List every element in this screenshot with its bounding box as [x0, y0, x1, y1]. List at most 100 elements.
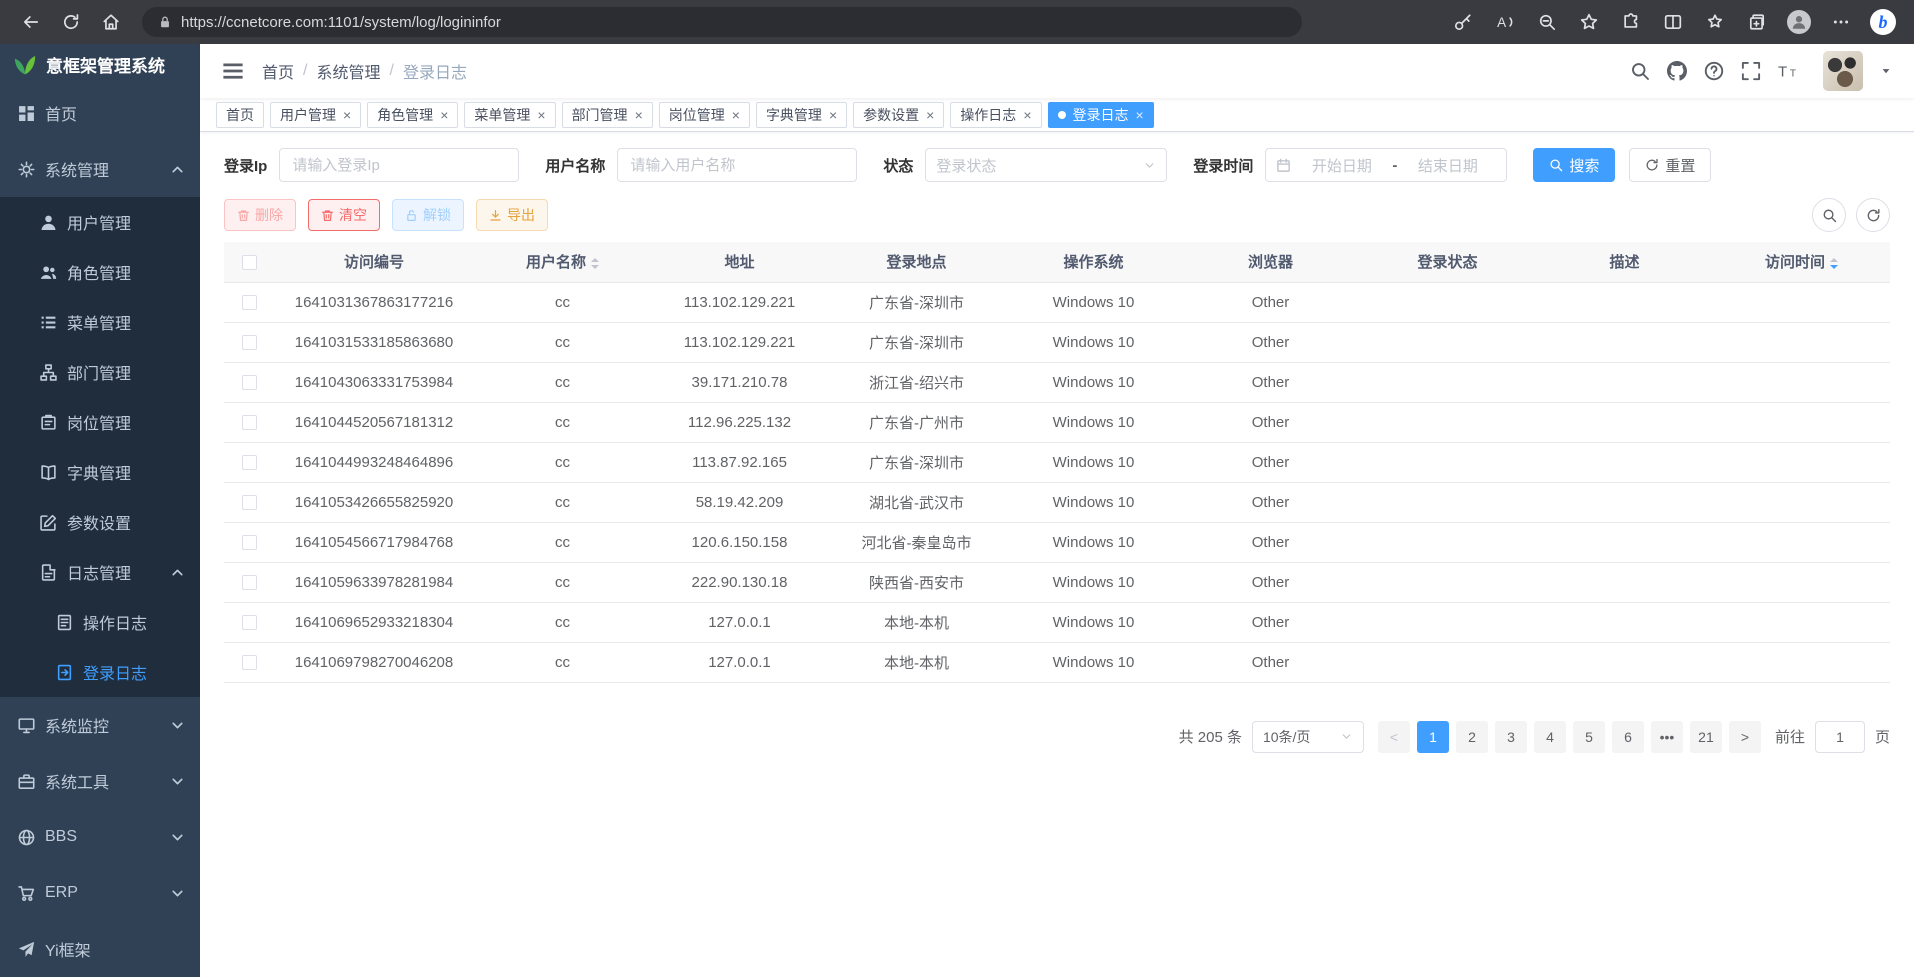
sidebar-item-param-settings[interactable]: 参数设置 [0, 497, 200, 547]
tab-user-mgmt[interactable]: 用户管理× [270, 102, 361, 128]
sort-carets-icon[interactable] [591, 258, 599, 269]
row-checkbox[interactable] [242, 455, 257, 470]
tab-role-mgmt[interactable]: 角色管理× [367, 102, 458, 128]
sidebar-item-operation-log[interactable]: 操作日志 [0, 597, 200, 647]
sidebar-item-dict-mgmt[interactable]: 字典管理 [0, 447, 200, 497]
row-checkbox[interactable] [242, 655, 257, 670]
copilot-icon[interactable]: b [1864, 4, 1902, 40]
tab-login-log[interactable]: 登录日志× [1048, 102, 1154, 128]
browser-home-button[interactable] [92, 4, 130, 40]
tab-close-icon[interactable]: × [1136, 108, 1144, 122]
row-checkbox[interactable] [242, 575, 257, 590]
user-name-input[interactable] [617, 148, 857, 182]
tab-close-icon[interactable]: × [343, 108, 351, 122]
tab-post-mgmt[interactable]: 岗位管理× [659, 102, 750, 128]
sort-carets-icon[interactable] [1830, 258, 1838, 269]
column-header[interactable]: 访问时间 [1713, 242, 1890, 282]
zoom-out-icon[interactable] [1528, 4, 1566, 40]
favorites-bar-icon[interactable] [1696, 4, 1734, 40]
extensions-icon[interactable] [1612, 4, 1650, 40]
login-ip-input[interactable] [279, 148, 519, 182]
delete-button[interactable]: 删除 [224, 199, 296, 231]
sidebar-item-login-log[interactable]: 登录日志 [0, 647, 200, 697]
search-button[interactable]: 搜索 [1533, 148, 1615, 182]
pagination-page-2[interactable]: 2 [1456, 721, 1488, 753]
sidebar-item-erp[interactable]: ERP [0, 865, 200, 921]
tab-menu-mgmt[interactable]: 菜单管理× [464, 102, 555, 128]
column-header[interactable]: 用户名称 [474, 242, 651, 282]
sidebar-item-yi-framework[interactable]: Yi框架 [0, 921, 200, 977]
sidebar-item-system-mgmt[interactable]: 系统管理 [0, 141, 200, 197]
sidebar-item-system-monitor[interactable]: 系统监控 [0, 697, 200, 753]
sidebar-item-dept-mgmt[interactable]: 部门管理 [0, 347, 200, 397]
sidebar-item-role-mgmt[interactable]: 角色管理 [0, 247, 200, 297]
tab-home[interactable]: 首页 [216, 102, 264, 128]
pagination-page-3[interactable]: 3 [1495, 721, 1527, 753]
key-icon[interactable] [1444, 4, 1482, 40]
show-search-toggle-button[interactable] [1812, 198, 1846, 232]
sidebar-toggle-button[interactable] [222, 60, 244, 82]
github-icon[interactable] [1667, 61, 1687, 81]
pagination-page-6[interactable]: 6 [1612, 721, 1644, 753]
tab-dept-mgmt[interactable]: 部门管理× [562, 102, 653, 128]
breadcrumb-item[interactable]: 系统管理 [316, 59, 380, 83]
pagination-page-1[interactable]: 1 [1417, 721, 1449, 753]
tab-close-icon[interactable]: × [1023, 108, 1031, 122]
pagination-goto-input[interactable] [1815, 721, 1865, 753]
row-checkbox[interactable] [242, 375, 257, 390]
tab-close-icon[interactable]: × [537, 108, 545, 122]
refresh-table-button[interactable] [1856, 198, 1890, 232]
tab-param-settings[interactable]: 参数设置× [853, 102, 944, 128]
tab-close-icon[interactable]: × [440, 108, 448, 122]
sidebar-item-post-mgmt[interactable]: 岗位管理 [0, 397, 200, 447]
unlock-button[interactable]: 解锁 [392, 199, 464, 231]
select-all-checkbox[interactable] [242, 255, 257, 270]
tab-operation-log[interactable]: 操作日志× [950, 102, 1041, 128]
tab-close-icon[interactable]: × [732, 108, 740, 122]
row-checkbox[interactable] [242, 495, 257, 510]
more-icon[interactable] [1822, 4, 1860, 40]
sidebar-item-menu-mgmt[interactable]: 菜单管理 [0, 297, 200, 347]
collections-icon[interactable] [1738, 4, 1776, 40]
row-checkbox[interactable] [242, 615, 257, 630]
user-avatar[interactable] [1823, 51, 1863, 91]
pagination-next-button[interactable]: > [1729, 721, 1761, 753]
browser-back-button[interactable] [12, 4, 50, 40]
row-checkbox[interactable] [242, 415, 257, 430]
sidebar-item-system-tools[interactable]: 系统工具 [0, 753, 200, 809]
breadcrumb-item[interactable]: 首页 [262, 59, 294, 83]
tab-close-icon[interactable]: × [926, 108, 934, 122]
tab-close-icon[interactable]: × [829, 108, 837, 122]
sidebar-item-home[interactable]: 首页 [0, 85, 200, 141]
page-size-select[interactable]: 10条/页 [1252, 721, 1364, 753]
font-size-icon[interactable]: TT [1778, 61, 1798, 81]
fullscreen-icon[interactable] [1741, 61, 1761, 81]
tab-dict-mgmt[interactable]: 字典管理× [756, 102, 847, 128]
pagination-page-4[interactable]: 4 [1534, 721, 1566, 753]
sidebar-item-user-mgmt[interactable]: 用户管理 [0, 197, 200, 247]
browser-refresh-button[interactable] [52, 4, 90, 40]
question-icon[interactable] [1704, 61, 1724, 81]
clear-button[interactable]: 清空 [308, 199, 380, 231]
login-time-range-picker[interactable]: 开始日期 - 结束日期 [1265, 148, 1507, 182]
pagination-prev-button[interactable]: < [1378, 721, 1410, 753]
split-screen-icon[interactable] [1654, 4, 1692, 40]
pagination-ellipsis[interactable]: ••• [1651, 721, 1683, 753]
tab-close-icon[interactable]: × [635, 108, 643, 122]
row-checkbox[interactable] [242, 535, 257, 550]
export-button[interactable]: 导出 [476, 199, 548, 231]
pagination-page-5[interactable]: 5 [1573, 721, 1605, 753]
status-select[interactable]: 登录状态 [925, 148, 1167, 182]
app-logo[interactable]: 意框架管理系统 [0, 44, 200, 85]
sidebar-item-log-mgmt[interactable]: 日志管理 [0, 547, 200, 597]
reset-button[interactable]: 重置 [1629, 148, 1711, 182]
browser-profile-avatar[interactable] [1780, 4, 1818, 40]
sidebar-item-bbs[interactable]: BBS [0, 809, 200, 865]
search-icon[interactable] [1630, 61, 1650, 81]
row-checkbox[interactable] [242, 295, 257, 310]
read-aloud-icon[interactable]: A [1486, 4, 1524, 40]
address-bar[interactable]: https://ccnetcore.com:1101/system/log/lo… [142, 7, 1302, 37]
pagination-page-21[interactable]: 21 [1690, 721, 1722, 753]
row-checkbox[interactable] [242, 335, 257, 350]
favorites-icon[interactable] [1570, 4, 1608, 40]
